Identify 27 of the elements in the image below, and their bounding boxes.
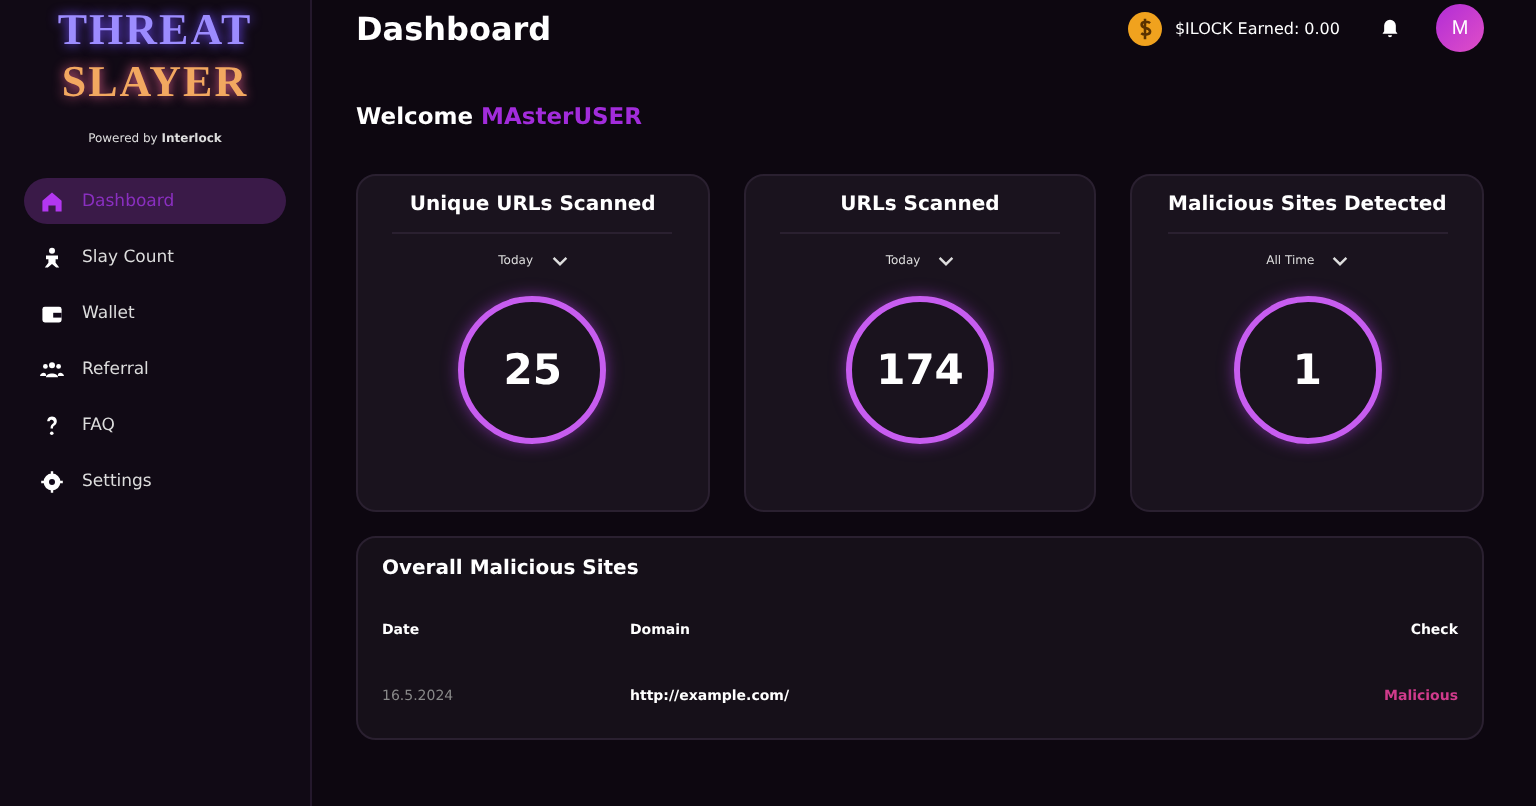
- chevron-down-icon: [938, 256, 955, 266]
- wallet-icon: [40, 301, 64, 325]
- sidebar-item[interactable]: Settings: [24, 458, 286, 504]
- stat-value: 1: [1233, 296, 1382, 444]
- sidebar-item[interactable]: FAQ: [24, 402, 286, 448]
- card-title: Malicious Sites Detected: [1167, 194, 1448, 234]
- card-title: Overall Malicious Sites: [382, 558, 641, 580]
- sidebar-item[interactable]: Slay Count: [24, 234, 286, 280]
- notification-bell-icon[interactable]: [1380, 18, 1400, 38]
- figure-icon: [40, 245, 64, 269]
- people-icon: [40, 357, 64, 381]
- home-icon: [40, 189, 64, 213]
- welcome-message: Welcome MAsterUSER: [356, 102, 645, 130]
- card-title: URLs Scanned: [780, 194, 1060, 234]
- page-title: Dashboard: [356, 9, 552, 47]
- stat-value: 25: [458, 296, 607, 444]
- card-title: Unique URLs Scanned: [392, 194, 673, 234]
- avatar-button[interactable]: M: [1436, 4, 1484, 52]
- chevron-down-icon: [1332, 256, 1349, 266]
- sidebar-item[interactable]: Wallet: [24, 290, 286, 336]
- settings-icon: [40, 469, 64, 493]
- sidebar-item[interactable]: Referral: [24, 346, 286, 392]
- coin-icon: [1128, 11, 1163, 45]
- earned-balance: $ILOCK Earned: 0.00: [1174, 19, 1340, 37]
- chevron-down-icon: [551, 256, 568, 266]
- logo: THREAT SLAYER: [55, 2, 255, 110]
- stat-value: 174: [846, 296, 994, 444]
